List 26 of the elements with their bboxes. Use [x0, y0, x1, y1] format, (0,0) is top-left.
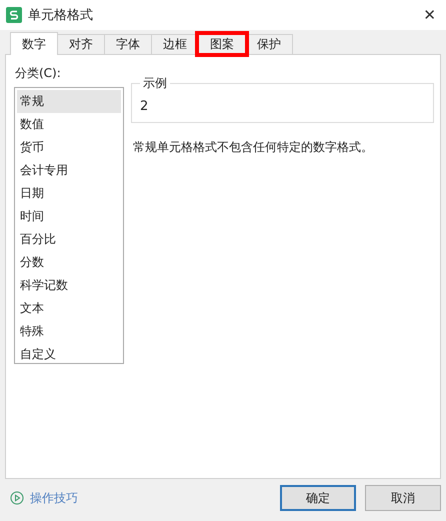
- list-item[interactable]: 常规: [17, 90, 121, 113]
- list-item[interactable]: 分数: [17, 251, 121, 274]
- list-item[interactable]: 科学记数: [17, 274, 121, 297]
- sample-label: 示例: [140, 75, 170, 92]
- ok-button[interactable]: 确定: [280, 485, 356, 511]
- list-item[interactable]: 日期: [17, 182, 121, 205]
- category-label: 分类(C):: [14, 65, 62, 82]
- tab[interactable]: 图案: [198, 34, 246, 54]
- list-item[interactable]: 文本: [17, 297, 121, 320]
- cancel-button[interactable]: 取消: [365, 485, 441, 511]
- list-item[interactable]: 特殊: [17, 320, 121, 343]
- help-link[interactable]: 操作技巧: [30, 490, 78, 506]
- list-item[interactable]: 数值: [17, 113, 121, 136]
- list-item[interactable]: 自定义: [17, 343, 121, 366]
- list-item[interactable]: 时间: [17, 205, 121, 228]
- sample-value: 2: [140, 98, 148, 114]
- category-list[interactable]: 常规 数值 货币 会计专用 日期 时间 百分比 分数 科学记数 文本 特殊 自定义: [14, 87, 124, 364]
- window-title: 单元格格式: [28, 7, 94, 24]
- list-item[interactable]: 会计专用: [17, 159, 121, 182]
- close-button[interactable]: ✕: [419, 6, 440, 24]
- list-item[interactable]: 货币: [17, 136, 121, 159]
- description: 常规单元格格式不包含任何特定的数字格式。: [132, 139, 374, 156]
- app-icon: [6, 7, 22, 23]
- tab[interactable]: 数字: [10, 32, 58, 55]
- play-icon: [10, 491, 24, 505]
- list-item[interactable]: 百分比: [17, 228, 121, 251]
